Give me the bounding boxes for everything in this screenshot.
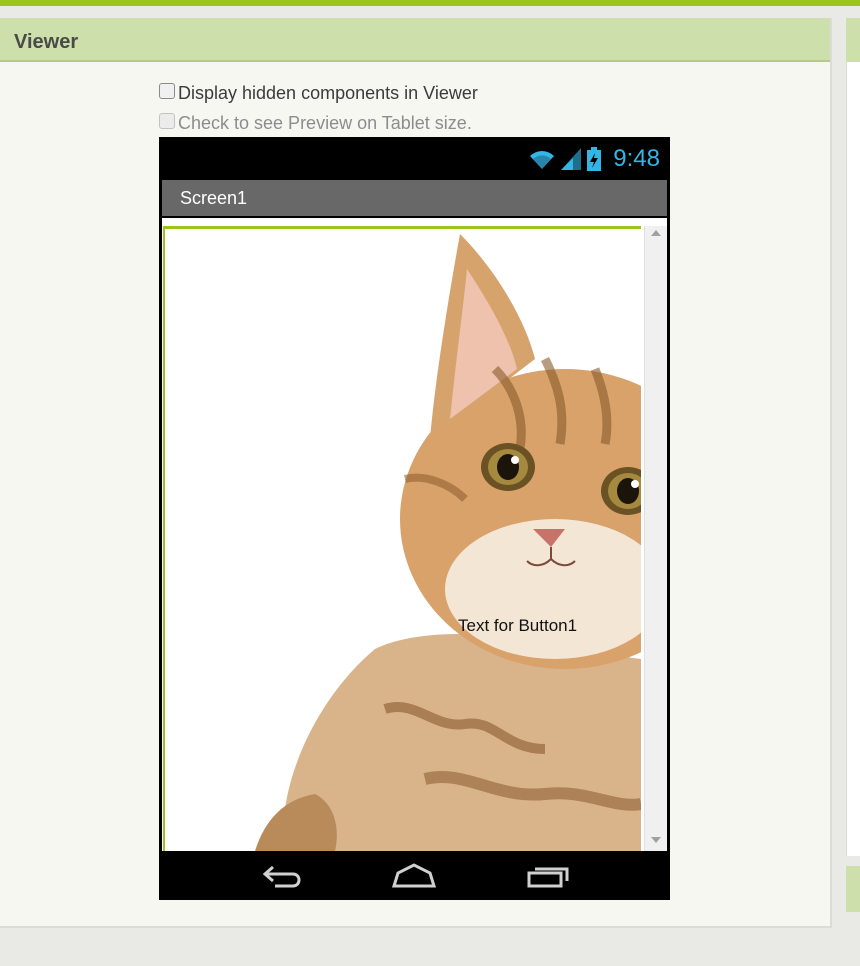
properties-panel-edge (846, 18, 860, 856)
properties-header-edge (846, 18, 860, 62)
display-hidden-label: Display hidden components in Viewer (178, 83, 478, 103)
viewer-title: Viewer (14, 31, 79, 53)
display-hidden-checkbox[interactable] (159, 83, 175, 100)
action-bar: Screen1 (162, 180, 667, 216)
viewer-header: Viewer (0, 18, 830, 62)
kitten-image[interactable] (165, 229, 641, 851)
screen-title: Screen1 (180, 188, 248, 208)
media-header-edge (846, 866, 860, 912)
wifi-icon (530, 151, 555, 169)
screen-scrollbar[interactable] (644, 226, 667, 851)
phone-mockup: 9:48 Screen1 Text for Button1 (159, 137, 670, 900)
scroll-down-arrow-icon[interactable] (651, 837, 661, 843)
button1[interactable]: Text for Button1 (458, 616, 577, 636)
battery-icon (587, 147, 602, 171)
back-icon (262, 865, 301, 888)
screen-content[interactable]: Text for Button1 (163, 226, 641, 851)
recent-apps-button[interactable] (523, 859, 573, 893)
recent-apps-icon (527, 867, 569, 888)
top-strip (0, 6, 860, 16)
tablet-preview-option[interactable]: Check to see Preview on Tablet size. (159, 113, 472, 135)
signal-icon (561, 148, 582, 170)
status-icons: 9:48 (529, 145, 660, 173)
tablet-preview-label: Check to see Preview on Tablet size. (178, 113, 472, 133)
home-icon (391, 863, 437, 888)
status-time: 9:48 (613, 145, 660, 172)
screen-area: Text for Button1 (162, 218, 667, 851)
android-nav-bar (159, 851, 670, 900)
home-button[interactable] (389, 859, 439, 893)
scroll-up-arrow-icon[interactable] (651, 230, 661, 236)
display-hidden-option[interactable]: Display hidden components in Viewer (159, 83, 478, 105)
back-button[interactable] (258, 859, 308, 893)
status-bar: 9:48 (159, 137, 670, 180)
tablet-preview-checkbox[interactable] (159, 113, 175, 130)
